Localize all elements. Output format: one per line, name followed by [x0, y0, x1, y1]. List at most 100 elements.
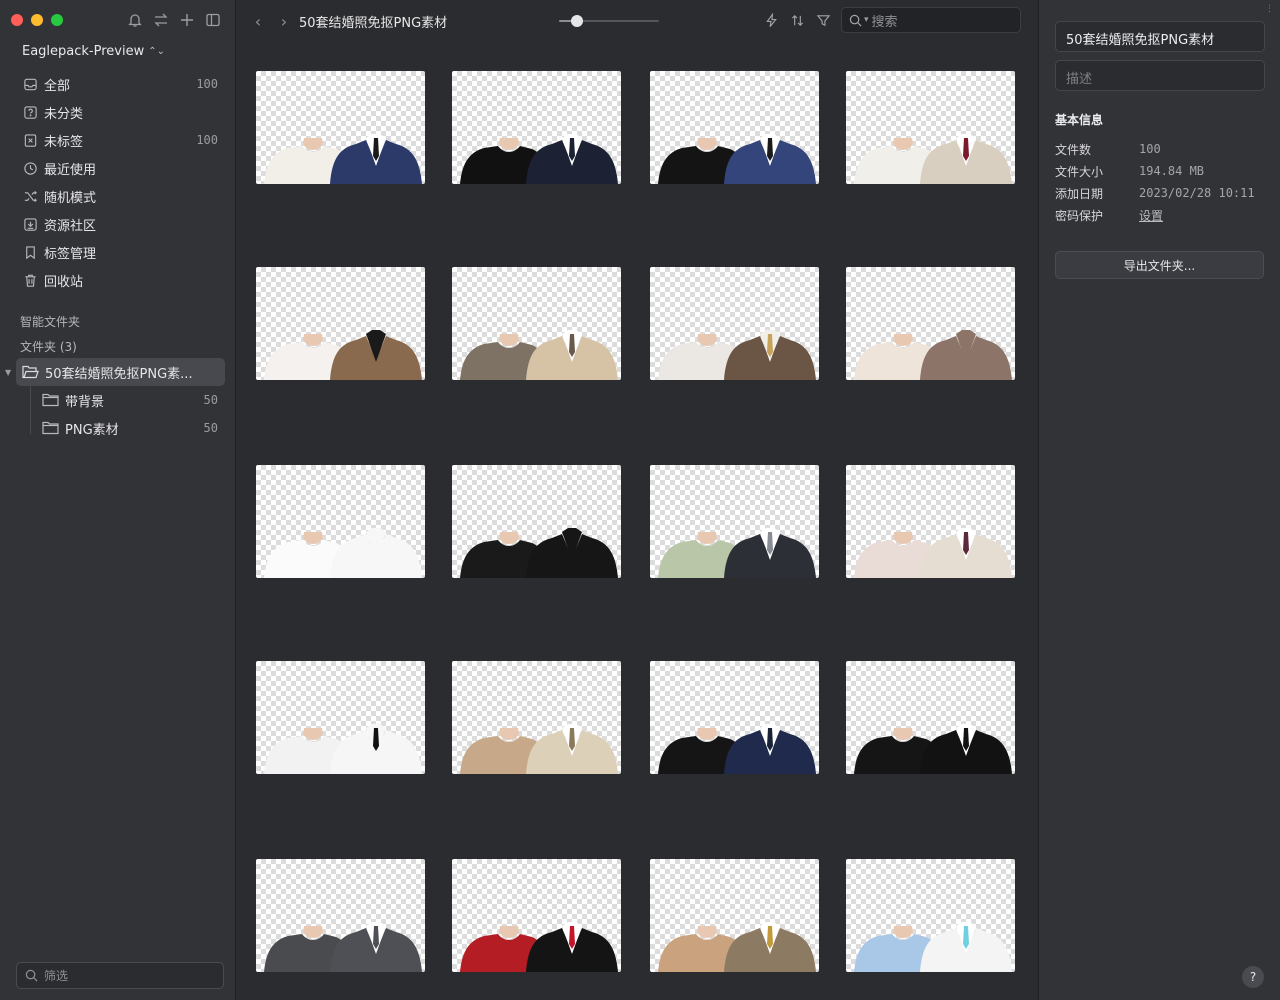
export-folder-button[interactable]: 导出文件夹...	[1055, 251, 1264, 279]
folder-count: 50	[203, 393, 218, 407]
password-settings-link[interactable]: 设置	[1139, 207, 1163, 224]
sidebar-item-tag-manager[interactable]: 标签管理	[0, 238, 236, 266]
thumbnail-item[interactable]	[256, 859, 425, 972]
info-row-password: 密码保护 设置	[1055, 204, 1270, 226]
bookmark-icon	[22, 244, 38, 260]
thumbnail-item[interactable]	[452, 859, 621, 972]
question-box-icon	[22, 104, 38, 120]
minimize-window-button[interactable]	[31, 14, 43, 26]
description-field[interactable]: 描述	[1055, 60, 1265, 91]
sidebar-item-community[interactable]: 资源社区	[0, 210, 236, 238]
disclosure-triangle-icon[interactable]: ▼	[5, 368, 11, 377]
thumbnail-item[interactable]	[650, 267, 819, 380]
thumbnail-item[interactable]	[452, 465, 621, 578]
folder-item-png-assets[interactable]: PNG素材 50	[0, 414, 236, 442]
folder-count: 50	[203, 421, 218, 435]
thumbnail-item[interactable]	[846, 71, 1015, 184]
folder-label: 50套结婚照免抠PNG素...	[45, 366, 193, 382]
outfit-image	[854, 330, 1012, 380]
folder-item-with-background[interactable]: 带背景 50	[0, 386, 236, 414]
search-input[interactable]: ▾ 搜索	[841, 7, 1021, 33]
shuffle-icon	[22, 188, 38, 204]
info-table: 文件数 100 文件大小 194.84 MB 添加日期 2023/02/28 1…	[1055, 138, 1270, 226]
folder-open-icon	[22, 364, 40, 380]
thumbnail-item[interactable]	[846, 267, 1015, 380]
thumbnail-item[interactable]	[256, 465, 425, 578]
outfit-image	[854, 134, 1012, 184]
thumbnail-item[interactable]	[452, 71, 621, 184]
community-icon	[22, 216, 38, 232]
view-tools	[762, 11, 832, 29]
sidebar-item-random[interactable]: 随机模式	[0, 182, 236, 210]
smart-folders-header[interactable]: 智能文件夹	[20, 313, 80, 330]
folders-header[interactable]: 文件夹 (3)	[20, 338, 77, 355]
thumbnail-item[interactable]	[256, 71, 425, 184]
thumbnail-item[interactable]	[846, 859, 1015, 972]
outfit-image	[264, 528, 422, 578]
folder-icon	[42, 420, 60, 436]
basic-info-heading: 基本信息	[1055, 113, 1104, 127]
sidebar-item-recent[interactable]: 最近使用	[0, 154, 236, 182]
sidebar-item-untagged[interactable]: 未标签 100	[0, 126, 236, 154]
thumbnail-item[interactable]	[452, 661, 621, 774]
library-name: Eaglepack-Preview	[22, 44, 145, 59]
outfit-image	[460, 724, 618, 774]
history-nav: ‹ ›	[251, 12, 291, 31]
thumbnail-item[interactable]	[650, 859, 819, 972]
thumbnail-item[interactable]	[650, 661, 819, 774]
outfit-image	[658, 330, 816, 380]
sidebar-nav: 全部 100 未分类 未标签 100 最近使用 随机模式 资源社区 标签管理 回…	[0, 70, 236, 294]
bell-icon[interactable]	[126, 11, 144, 29]
info-value: 194.84 MB	[1139, 164, 1205, 178]
zoom-slider[interactable]	[559, 15, 659, 27]
main-content: ‹ › 50套结婚照免抠PNG素材 ▾ 搜索	[237, 0, 1037, 1000]
lightning-icon[interactable]	[762, 11, 780, 29]
filter-placeholder: 筛选	[44, 969, 69, 983]
sidebar-item-all[interactable]: 全部 100	[0, 70, 236, 98]
swap-icon[interactable]	[152, 11, 170, 29]
zoom-slider-thumb[interactable]	[571, 15, 583, 27]
sidebar-item-label: 未标签	[44, 134, 84, 150]
info-key: 添加日期	[1055, 186, 1104, 201]
search-placeholder: 搜索	[871, 14, 898, 30]
sidebar-item-trash[interactable]: 回收站	[0, 266, 236, 294]
outfit-image	[658, 922, 816, 972]
thumbnail-item[interactable]	[256, 661, 425, 774]
add-icon[interactable]	[178, 11, 196, 29]
clock-icon	[22, 160, 38, 176]
trash-icon	[22, 272, 38, 288]
folder-name-field[interactable]: 50套结婚照免抠PNG素材	[1055, 21, 1265, 52]
thumbnail-item[interactable]	[256, 267, 425, 380]
outfit-image	[854, 922, 1012, 972]
thumbnail-item[interactable]	[846, 661, 1015, 774]
folder-item-wedding-png[interactable]: ▼ 50套结婚照免抠PNG素...	[5, 358, 225, 386]
window-controls	[11, 14, 63, 26]
sidebar-item-label: 全部	[44, 78, 71, 94]
sidebar-item-uncategorized[interactable]: 未分类	[0, 98, 236, 126]
toggle-sidebar-icon[interactable]	[204, 11, 222, 29]
outfit-image	[264, 922, 422, 972]
zoom-window-button[interactable]	[51, 14, 63, 26]
close-window-button[interactable]	[11, 14, 23, 26]
sort-icon[interactable]	[788, 11, 806, 29]
search-icon	[25, 969, 38, 982]
info-key: 文件数	[1055, 142, 1092, 157]
outfit-image	[460, 134, 618, 184]
search-scope-dropdown[interactable]: ▾	[864, 15, 869, 25]
back-icon[interactable]: ‹	[251, 12, 265, 31]
filter-input[interactable]: 筛选	[16, 962, 224, 989]
filter-icon[interactable]	[814, 11, 832, 29]
outfit-image	[658, 724, 816, 774]
folder-label: PNG素材	[65, 422, 119, 438]
sidebar-item-label: 回收站	[44, 274, 84, 290]
toolbar: ‹ › 50套结婚照免抠PNG素材 ▾ 搜索	[237, 0, 1037, 40]
forward-icon[interactable]: ›	[277, 12, 291, 31]
library-switcher[interactable]: Eaglepack-Preview ⌃⌄	[22, 44, 165, 59]
panel-grip-icon[interactable]: ⋮	[1265, 4, 1274, 14]
thumbnail-item[interactable]	[650, 465, 819, 578]
thumbnail-item[interactable]	[452, 267, 621, 380]
help-button[interactable]: ?	[1242, 966, 1264, 988]
info-row-file-size: 文件大小 194.84 MB	[1055, 160, 1270, 182]
thumbnail-item[interactable]	[846, 465, 1015, 578]
thumbnail-item[interactable]	[650, 71, 819, 184]
